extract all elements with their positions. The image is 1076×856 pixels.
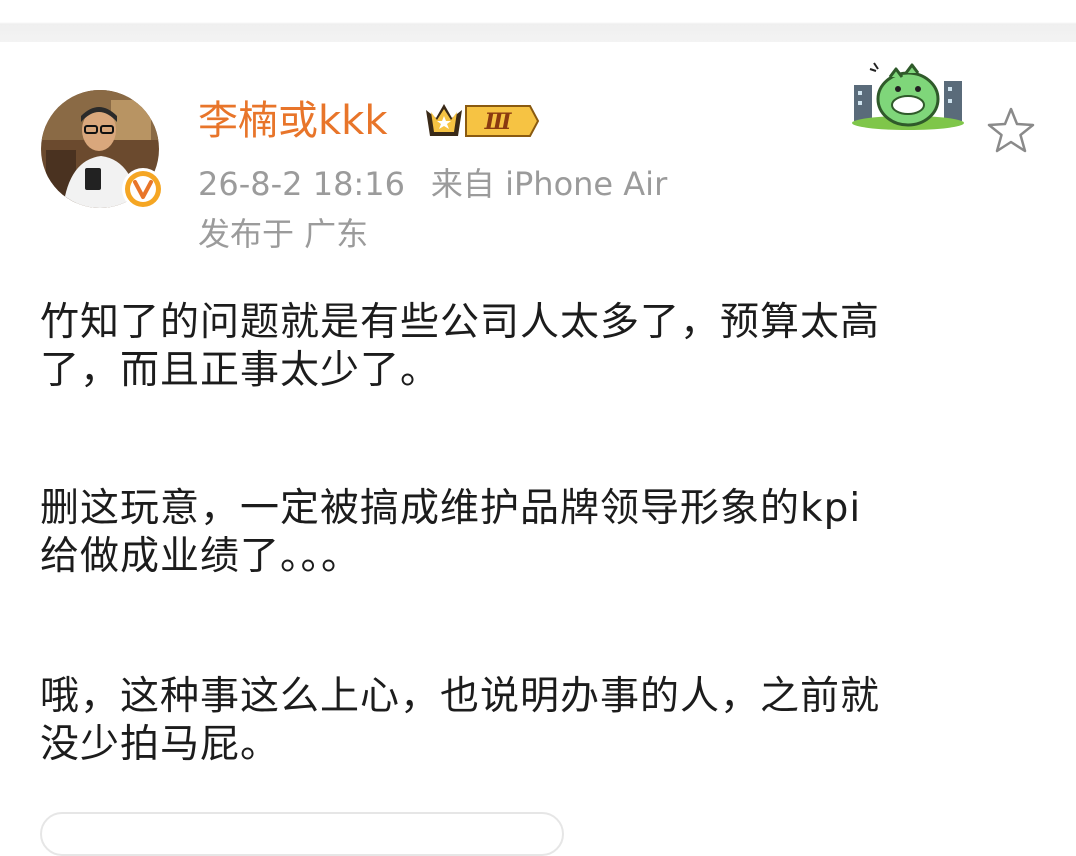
post-line: 删这玩意，一定被搞成维护品牌领导形象的kpi (40, 486, 862, 531)
post-line: 给做成业绩了。。。 (40, 534, 362, 579)
crown-vip-icon[interactable]: Ⅲ (422, 98, 540, 144)
post-paragraph-1: 竹知了的问题就是有些公司人太多了，预算太高 了，而且正事太少了。 (40, 299, 1050, 395)
post-line: 了，而且正事太少了。 (40, 348, 441, 393)
repost-preview-card[interactable] (40, 812, 564, 856)
post-line: 没少拍马屁。 (40, 722, 281, 767)
vip-level: Ⅲ (484, 109, 513, 135)
post-location: 发布于 广东 (198, 215, 369, 253)
post-line: 竹知了的问题就是有些公司人太多了，预算太高 (40, 300, 881, 345)
post-source[interactable]: 来自 iPhone Air (431, 165, 667, 203)
post-meta: 26-8-2 18:16 来自 iPhone Air (198, 162, 667, 206)
author-name[interactable]: 李楠或kkk (198, 95, 388, 147)
star-outline-icon (987, 107, 1035, 153)
post-time: 26-8-2 18:16 (198, 165, 405, 203)
favorite-star-button[interactable] (985, 105, 1037, 157)
top-divider (0, 0, 1076, 42)
verified-v-icon (120, 166, 166, 212)
post-line: 哦，这种事这么上心，也说明办事的人，之前就 (40, 674, 881, 719)
post-paragraph-2: 删这玩意，一定被搞成维护品牌领导形象的kpi 给做成业绩了。。。 (40, 485, 1050, 581)
dinosaur-sticker (846, 55, 970, 133)
post-paragraph-3: 哦，这种事这么上心，也说明办事的人，之前就 没少拍马屁。 (40, 673, 1050, 769)
